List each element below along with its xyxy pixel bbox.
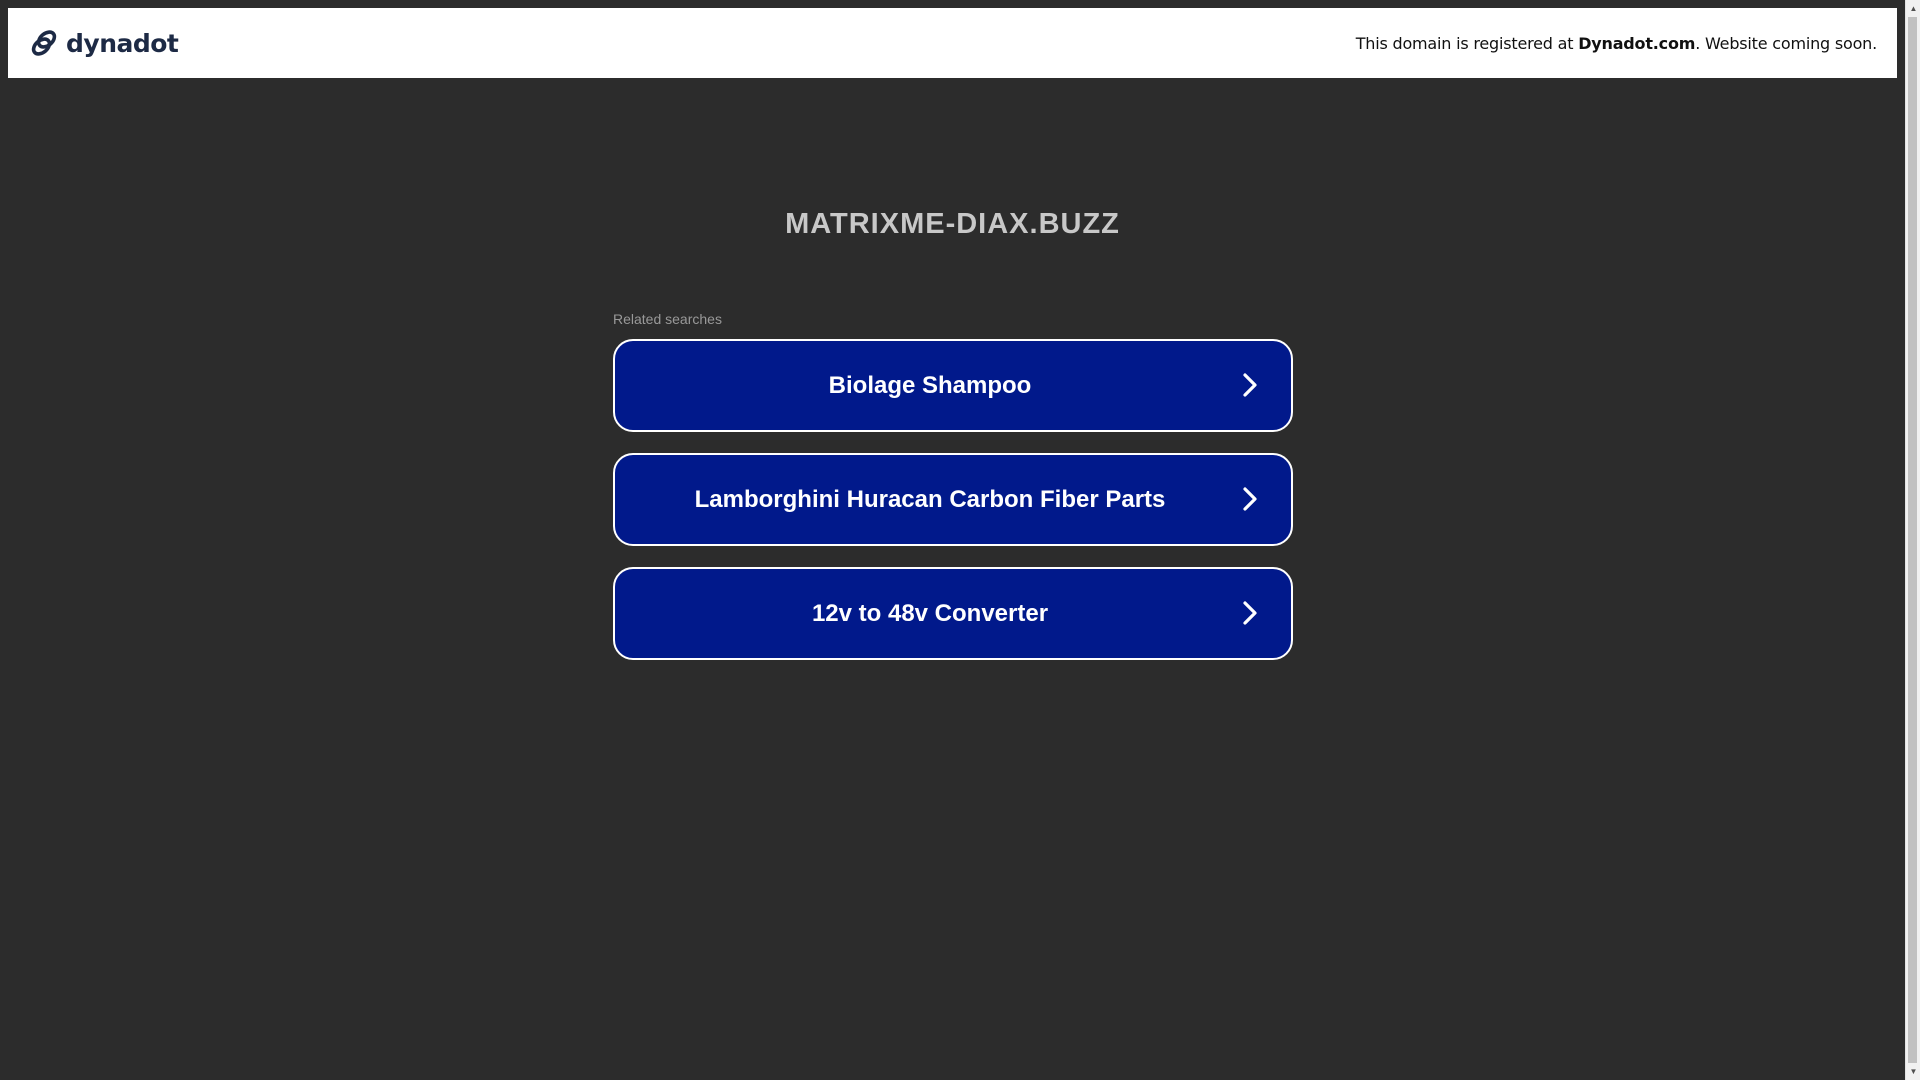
dynadot-logo[interactable]: dynadot xyxy=(28,27,179,59)
chevron-right-icon xyxy=(1243,601,1257,625)
related-search-link[interactable]: 12v to 48v Converter xyxy=(613,567,1293,660)
dynadot-link[interactable]: Dynadot.com xyxy=(1578,34,1695,53)
page: dynadot This domain is registered at Dyn… xyxy=(0,0,1920,1080)
banner-message-suffix: . Website coming soon. xyxy=(1695,33,1877,53)
related-search-label: 12v to 48v Converter xyxy=(811,600,1049,627)
banner-message-prefix: This domain is registered at xyxy=(1355,33,1579,53)
related-search-label: Lamborghini Huracan Carbon Fiber Parts xyxy=(694,486,1166,513)
scroll-thumb[interactable] xyxy=(1908,17,1917,1063)
chevron-right-icon xyxy=(1243,373,1257,397)
related-search-link[interactable]: Biolage Shampoo xyxy=(613,339,1293,432)
vertical-scrollbar[interactable]: ▲ ▼ xyxy=(1905,0,1920,1080)
scroll-up-arrow-icon[interactable]: ▲ xyxy=(1906,0,1920,17)
banner-message: This domain is registered at Dynadot.com… xyxy=(1356,34,1877,53)
related-searches-label: Related searches xyxy=(613,311,722,327)
dynadot-link-icon xyxy=(28,27,60,59)
logo-text: dynadot xyxy=(66,28,179,58)
domain-title: MATRIXME-DIAX.BUZZ xyxy=(785,208,1120,240)
scroll-down-arrow-icon[interactable]: ▼ xyxy=(1906,1063,1920,1080)
related-searches: Related searches Biolage Shampoo Lamborg… xyxy=(613,311,1293,681)
related-search-link[interactable]: Lamborghini Huracan Carbon Fiber Parts xyxy=(613,453,1293,546)
top-banner: dynadot This domain is registered at Dyn… xyxy=(8,8,1897,78)
chevron-right-icon xyxy=(1243,487,1257,511)
related-search-label: Biolage Shampoo xyxy=(828,372,1032,399)
